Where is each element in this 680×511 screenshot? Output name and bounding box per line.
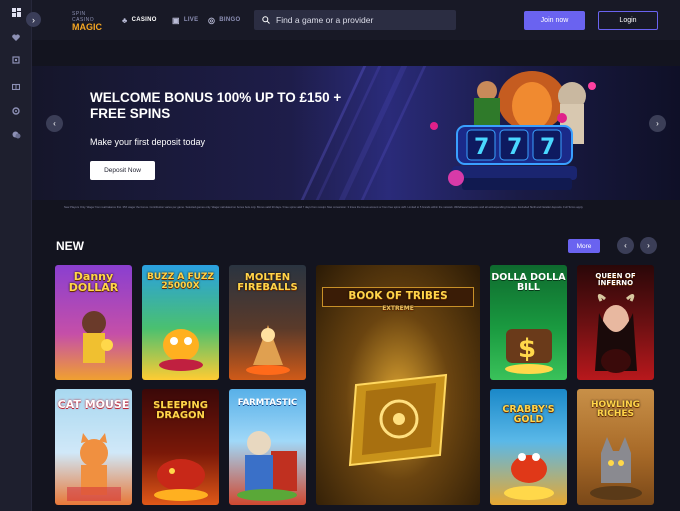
svg-text:7: 7: [474, 135, 489, 160]
game-art: [82, 311, 113, 363]
top-bar: SPIN CASINO MAGIC ♣ CASINO ▣ LIVE ◎ BING…: [32, 0, 680, 40]
game-art: [246, 325, 290, 375]
game-title: HOWLING RICHES: [590, 400, 641, 419]
game-art: [595, 294, 637, 373]
hero-next-button[interactable]: ›: [649, 115, 666, 132]
sidebar-expand-button[interactable]: ›: [26, 12, 41, 27]
bingo-icon: ◎: [208, 15, 216, 25]
nav-bingo-label: BINGO: [219, 17, 241, 23]
game-tile-dolla-dolla-bill[interactable]: DOLLA DOLLA BILL $: [490, 265, 567, 380]
game-tile-queen-of-inferno[interactable]: QUEEN OF INFERNO: [577, 265, 654, 380]
game-art: [237, 431, 297, 501]
search-icon: [262, 16, 270, 24]
nav-bingo[interactable]: ◎ BINGO: [208, 14, 240, 26]
game-title: QUEEN OF INFERNO: [595, 272, 636, 287]
game-art: [67, 433, 121, 501]
hero-prev-button[interactable]: ‹: [46, 115, 63, 132]
game-tile-sleeping-dragon[interactable]: SLEEPING DRAGON: [142, 389, 219, 505]
login-button[interactable]: Login: [598, 11, 658, 30]
terms-text: New Players Only. Wager from real balanc…: [64, 206, 584, 209]
game-title: MOLTEN FIREBALLS: [237, 272, 298, 293]
grid-icon[interactable]: [9, 5, 23, 19]
game-title: BUZZ A FUZZ 25000X: [147, 272, 214, 291]
game-title: CAT MOUSE: [57, 398, 130, 411]
gear-icon[interactable]: [9, 104, 23, 118]
hero-title: WELCOME BONUS 100% UP TO £150 + FREE SPI…: [90, 90, 342, 121]
game-art: [348, 373, 448, 467]
game-tile-crabbys-gold[interactable]: CRABBY'S GOLD: [490, 389, 567, 505]
chat-icon[interactable]: [9, 128, 23, 142]
game-title: SLEEPING DRAGON: [153, 400, 208, 421]
game-art: [159, 329, 203, 371]
game-art: [590, 437, 642, 500]
logo[interactable]: SPIN CASINO MAGIC: [72, 11, 102, 32]
heart-icon[interactable]: [9, 30, 23, 44]
deposit-now-button[interactable]: Deposit Now: [90, 161, 155, 180]
chevron-right-icon: ›: [647, 241, 650, 250]
hero-streak: [300, 66, 367, 200]
logo-main-text: MAGIC: [72, 22, 102, 32]
games-next-button[interactable]: ›: [640, 237, 657, 254]
nav-live[interactable]: ▣ LIVE: [172, 14, 198, 26]
hero-banner: WELCOME BONUS 100% UP TO £150 + FREE SPI…: [32, 66, 680, 200]
sidebar: [0, 0, 32, 511]
chevron-right-icon: ›: [656, 119, 659, 128]
chevron-left-icon: ‹: [624, 241, 627, 250]
game-tile-molten-fireballs[interactable]: MOLTEN FIREBALLS: [229, 265, 306, 380]
trophy-icon[interactable]: [9, 53, 23, 67]
games-prev-button[interactable]: ‹: [617, 237, 634, 254]
game-tile-howling-riches[interactable]: HOWLING RICHES: [577, 389, 654, 505]
game-tile-buzz-a-fuzz[interactable]: BUZZ A FUZZ 25000X: [142, 265, 219, 380]
game-title: Danny DOLLAR: [68, 270, 119, 294]
game-tile-danny-dollar[interactable]: Danny DOLLAR: [55, 265, 132, 380]
nav-casino[interactable]: ♣ CASINO: [122, 14, 157, 26]
game-title: FARMTASTIC: [237, 398, 298, 408]
game-tile-farmtastic[interactable]: FARMTASTIC: [229, 389, 306, 505]
card-icon: ♣: [122, 15, 128, 25]
search-bar[interactable]: [254, 10, 456, 30]
nav-casino-label: CASINO: [131, 17, 157, 23]
game-tile-book-of-tribes[interactable]: BOOK OF TRIBES EXTREME: [316, 265, 480, 505]
search-input[interactable]: [276, 15, 446, 25]
svg-text:$: $: [518, 334, 536, 364]
gift-icon[interactable]: [9, 79, 23, 93]
hero-subtitle: Make your first deposit today: [90, 137, 206, 147]
game-tile-cat-and-mouse[interactable]: CAT MOUSE: [55, 389, 132, 505]
game-art: [504, 453, 554, 500]
more-button[interactable]: More: [568, 239, 600, 253]
svg-text:7: 7: [540, 135, 555, 160]
section-title-new: NEW: [56, 239, 84, 253]
join-now-button[interactable]: Join now: [524, 11, 585, 30]
game-title: CRABBY'S GOLD: [502, 404, 555, 425]
live-icon: ▣: [172, 15, 180, 25]
game-title: BOOK OF TRIBES: [348, 290, 448, 302]
chevron-right-icon: ›: [32, 14, 35, 25]
svg-text:7: 7: [507, 135, 522, 160]
hero-slot-machine-art: 7 7 7: [430, 71, 596, 190]
nav-live-label: LIVE: [183, 17, 199, 23]
game-subtitle: EXTREME: [382, 305, 414, 312]
game-art: [154, 459, 208, 501]
chevron-left-icon: ‹: [53, 119, 56, 128]
game-title: DOLLA DOLLA BILL: [491, 272, 566, 293]
game-art: $: [505, 329, 553, 374]
